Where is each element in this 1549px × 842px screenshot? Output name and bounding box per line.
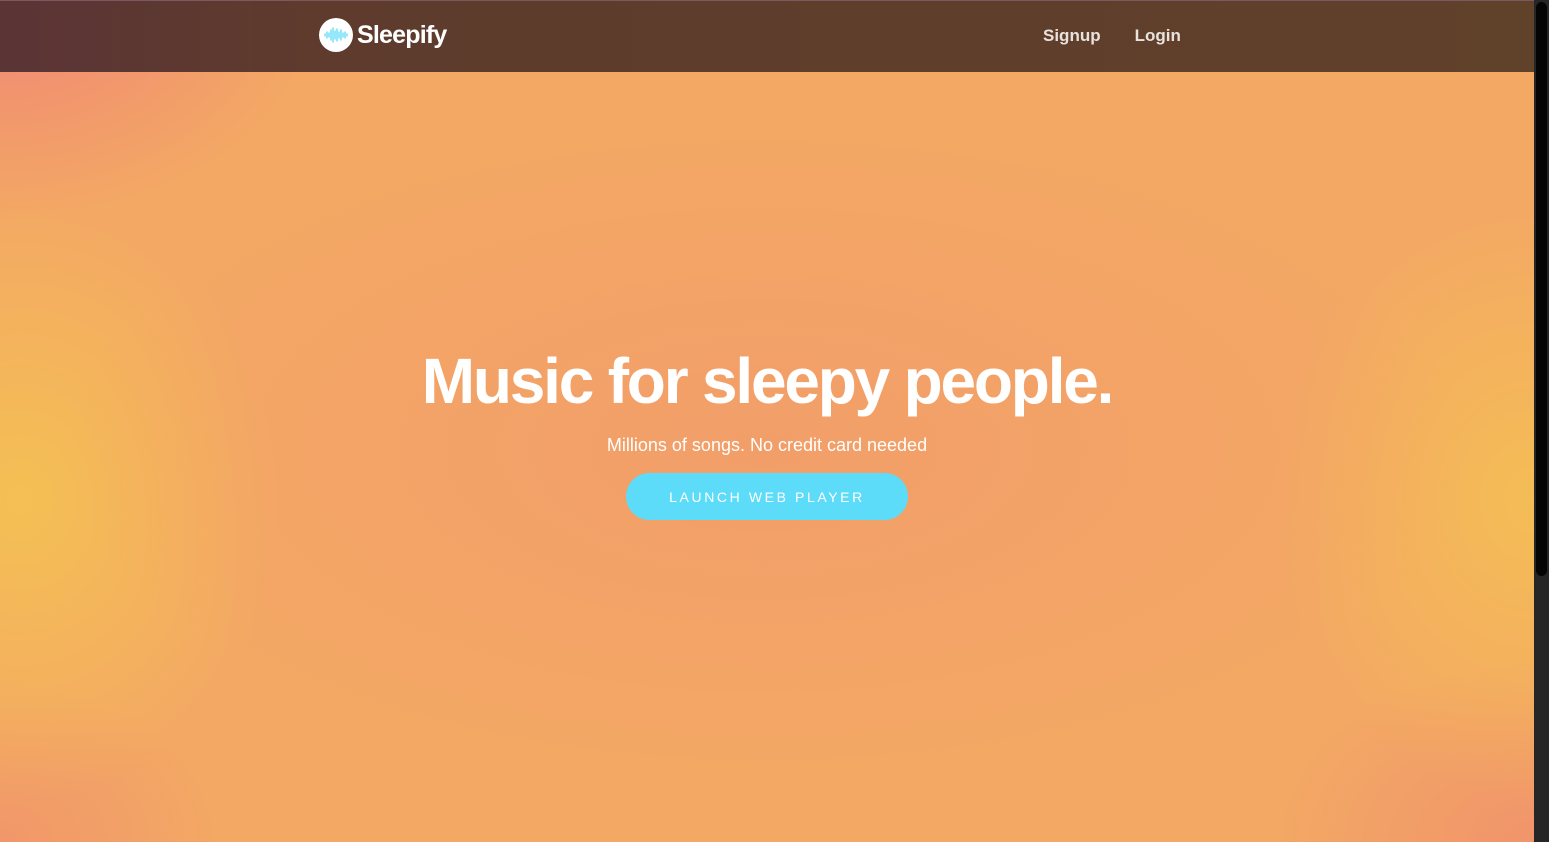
hero-section: Music for sleepy people. Millions of son… [0, 340, 1534, 520]
nav-links: Signup Login [1043, 26, 1181, 46]
launch-web-player-button[interactable]: LAUNCH WEB PLAYER [626, 473, 908, 520]
vertical-scrollbar[interactable] [1534, 0, 1549, 842]
signup-link[interactable]: Signup [1043, 26, 1101, 46]
brand-name: Sleepify [357, 20, 447, 49]
brand-logo-link[interactable]: Sleepify [319, 17, 447, 53]
login-link[interactable]: Login [1135, 26, 1181, 46]
page-viewport: Sleepify Signup Login Music for sleepy p… [0, 0, 1534, 842]
soundwave-logo-icon [319, 18, 353, 52]
hero-subtitle: Millions of songs. No credit card needed [606, 435, 928, 455]
scrollbar-thumb[interactable] [1536, 2, 1547, 576]
navbar: Sleepify Signup Login [0, 0, 1534, 72]
hero-title: Music for sleepy people. [421, 345, 1115, 417]
